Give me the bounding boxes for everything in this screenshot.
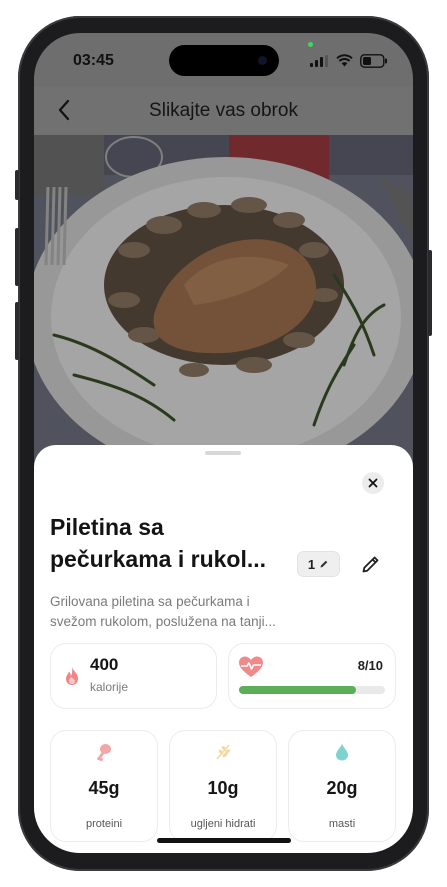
camera-indicator — [308, 42, 313, 47]
flame-icon — [66, 667, 78, 685]
heart-pulse-icon — [239, 656, 263, 677]
macro-label-fats: masti — [328, 818, 356, 830]
macro-card-proteins: 45g proteini — [50, 730, 158, 842]
droplet-icon — [336, 744, 348, 761]
volume-down-button — [15, 302, 19, 360]
meal-title: Piletina sa pečurkama i rukol... — [50, 511, 290, 575]
sheet-grabber[interactable] — [205, 451, 241, 455]
battery-icon — [360, 54, 387, 68]
meal-description-line1: Grilovana piletina sa pečurkama i — [50, 594, 250, 609]
meal-details-sheet: Piletina sa pečurkama i rukol... 1 Grilo… — [34, 445, 413, 853]
macro-label-proteins: proteini — [85, 818, 123, 830]
meal-description: Grilovana piletina sa pečurkama i svežom… — [50, 592, 320, 632]
calories-label: kalorije — [90, 680, 129, 694]
status-time: 03:45 — [73, 52, 114, 69]
edit-pencil-icon[interactable] — [360, 553, 382, 575]
nav-header: Slikajte vas obrok — [34, 87, 413, 135]
dynamic-island — [169, 45, 279, 76]
page-title: Slikajte vas obrok — [149, 100, 298, 121]
home-indicator[interactable] — [157, 838, 291, 843]
meal-photo — [34, 135, 413, 465]
signal-icon — [310, 55, 328, 67]
macro-card-fats: 20g masti — [288, 730, 396, 842]
quantity-value: 1 — [307, 556, 316, 572]
macro-card-carbs: 10g ugljeni hidrati — [169, 730, 277, 842]
macro-value-fats: 20g — [326, 778, 358, 798]
volume-up-button — [15, 228, 19, 286]
meal-title-line1: Piletina sa — [50, 514, 164, 540]
health-score-card: 8/10 — [228, 643, 396, 709]
wheat-icon — [216, 744, 231, 760]
meal-title-line2: pečurkama i rukol... — [50, 546, 267, 572]
power-button — [428, 250, 432, 336]
pencil-icon — [320, 560, 328, 568]
quantity-button[interactable]: 1 — [297, 551, 340, 577]
action-button — [15, 170, 19, 200]
status-bar: 03:45 — [34, 33, 413, 87]
calories-card: 400 kalorije — [50, 643, 217, 709]
drumstick-icon — [97, 744, 111, 762]
health-score-value: 8/10 — [357, 658, 383, 673]
calories-value: 400 — [90, 655, 119, 674]
meal-description-line2: svežom rukolom, poslužena na tanji... — [50, 614, 276, 629]
health-score-bar — [239, 686, 385, 694]
macro-label-carbs: ugljeni hidrati — [190, 818, 256, 830]
close-button[interactable] — [362, 472, 384, 494]
health-score-bar-fill — [239, 686, 356, 694]
wifi-icon — [336, 54, 353, 67]
macro-value-proteins: 45g — [88, 778, 120, 798]
screen: 03:45 Slikajte vas obrok Piletina sa peč… — [34, 33, 413, 853]
macro-value-carbs: 10g — [207, 778, 239, 798]
close-icon — [368, 478, 378, 488]
